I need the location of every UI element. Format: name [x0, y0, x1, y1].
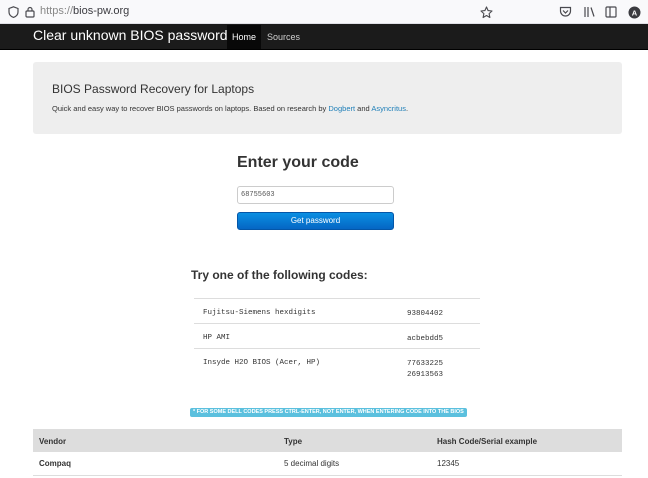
code-value[interactable]: acbebdd5 [407, 334, 443, 345]
code-row: Fujitsu-Siemens hexdigits 93804402 [194, 298, 480, 323]
code-input[interactable] [237, 186, 394, 204]
dell-notice-badge: * FOR SOME DELL CODES PRESS CTRL-ENTER, … [190, 408, 467, 417]
vendor-table: Vendor Type Hash Code/Serial example Com… [33, 429, 622, 476]
intro-title: BIOS Password Recovery for Laptops [52, 82, 255, 96]
lock-icon[interactable] [23, 5, 37, 19]
site-navbar: Clear unknown BIOS passwords Home Source… [0, 24, 648, 50]
intro-text: Quick and easy way to recover BIOS passw… [52, 104, 329, 113]
account-avatar-icon[interactable]: A [627, 5, 641, 19]
code-row: HP AMI acbebdd5 [194, 323, 480, 348]
nav-home[interactable]: Home [227, 25, 262, 49]
intro-description: Quick and easy way to recover BIOS passw… [52, 104, 408, 113]
code-type: HP AMI [203, 334, 231, 342]
example-codes-table: Fujitsu-Siemens hexdigits 93804402 HP AM… [194, 298, 480, 384]
library-icon[interactable] [582, 5, 596, 19]
intro-panel: BIOS Password Recovery for Laptops Quick… [33, 62, 622, 134]
url-protocol: https:// [40, 5, 74, 17]
nav-sources[interactable]: Sources [262, 25, 305, 49]
asyncritus-link[interactable]: Asyncritus [371, 104, 406, 113]
code-value-2[interactable]: 26913563 [407, 371, 443, 379]
enter-code-heading: Enter your code [237, 154, 359, 171]
header-hash-example: Hash Code/Serial example [437, 437, 538, 446]
site-brand[interactable]: Clear unknown BIOS passwords [33, 27, 235, 43]
url-host: bios-pw.org [73, 5, 130, 17]
reader-view-icon[interactable] [604, 5, 618, 19]
code-type: Fujitsu-Siemens hexdigits [203, 309, 316, 317]
dogbert-link[interactable]: Dogbert [328, 104, 355, 113]
intro-period: . [405, 104, 409, 113]
type-cell: 5 decimal digits [284, 459, 340, 468]
code-value-1[interactable]: 93804402 [407, 310, 443, 318]
pocket-icon[interactable] [558, 5, 572, 19]
code-value[interactable]: 93804402 [407, 309, 443, 320]
vendor-table-header: Vendor Type Hash Code/Serial example [33, 429, 622, 452]
code-value-1[interactable]: acbebdd5 [407, 335, 443, 343]
bookmark-star-icon[interactable] [479, 5, 493, 19]
try-codes-heading: Try one of the following codes: [191, 268, 368, 282]
browser-toolbar: https://bios-pw.org A [0, 0, 648, 24]
example-cell: 12345 [437, 459, 460, 468]
get-password-button[interactable]: Get password [237, 212, 394, 230]
svg-text:A: A [631, 8, 637, 17]
code-type: Insyde H2O BIOS (Acer, HP) [203, 359, 321, 367]
shield-icon[interactable] [6, 5, 20, 19]
table-row: Compaq 5 decimal digits 12345 [33, 452, 622, 476]
code-value-1[interactable]: 77633225 [407, 360, 443, 368]
code-row: Insyde H2O BIOS (Acer, HP) 77633225 26913… [194, 348, 480, 384]
code-value[interactable]: 77633225 26913563 [407, 359, 443, 381]
url-bar[interactable]: https://bios-pw.org [40, 5, 129, 17]
intro-and: and [355, 104, 372, 113]
vendor-cell: Compaq [39, 459, 71, 468]
header-vendor: Vendor [39, 437, 67, 446]
header-type: Type [284, 437, 303, 446]
